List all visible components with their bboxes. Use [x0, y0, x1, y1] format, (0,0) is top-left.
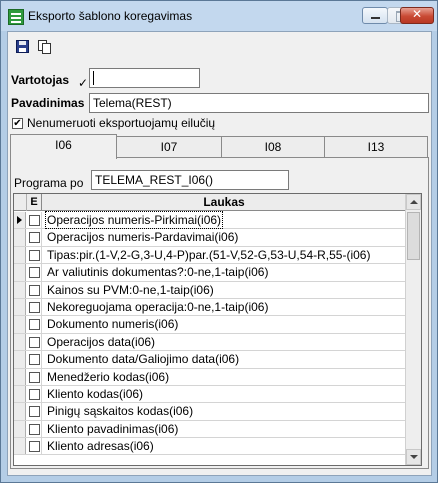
- table-row[interactable]: Kainos su PVM:0-ne,1-taip(i06): [14, 281, 406, 299]
- export-checkbox[interactable]: [29, 249, 40, 261]
- table-row[interactable]: Operacijos numeris-Pirkimai(i06): [14, 211, 406, 230]
- tab-strip: I06 I07 I08 I13: [10, 134, 429, 159]
- export-checkbox[interactable]: [29, 267, 40, 279]
- tab-i07[interactable]: I07: [116, 136, 222, 158]
- table-row[interactable]: Pinigų sąskaitos kodas(i06): [14, 403, 406, 421]
- scrollbar-thumb[interactable]: [407, 212, 420, 260]
- grid-header: E Laukas: [14, 194, 406, 211]
- scroll-up-arrow-icon[interactable]: [406, 194, 421, 210]
- field-name[interactable]: Operacijos numeris-Pirkimai(i06): [44, 211, 224, 229]
- field-name[interactable]: Dokumento numeris(i06): [47, 317, 178, 331]
- row-indicator[interactable]: [14, 229, 26, 246]
- table-row[interactable]: Kliento pavadinimas(i06): [14, 420, 406, 439]
- field-name[interactable]: Dokumento data/Galiojimo data(i06): [47, 352, 239, 366]
- save-button[interactable]: [15, 39, 31, 55]
- row-indicator[interactable]: [14, 351, 26, 368]
- table-row[interactable]: Ar valiutinis dokumentas?:0-ne,1-taip(i0…: [14, 264, 406, 282]
- floppy-disk-icon: [16, 40, 29, 53]
- window-title: Eksporto šablono koregavimas: [28, 9, 193, 23]
- program-label: Programa po: [14, 176, 84, 190]
- table-row[interactable]: Tipas:pir.(1-V,2-G,3-U,4-P)par.(51-V,52-…: [14, 246, 406, 265]
- program-input[interactable]: TELEMA_REST_I06(): [91, 170, 289, 190]
- row-indicator[interactable]: [14, 368, 26, 385]
- close-button[interactable]: ✕: [400, 7, 434, 24]
- column-header-field[interactable]: Laukas: [42, 194, 406, 211]
- field-name[interactable]: Kliento pavadinimas(i06): [47, 422, 178, 436]
- table-row[interactable]: Operacijos data(i06): [14, 333, 406, 352]
- fields-grid[interactable]: E Laukas Operacijos numeris-Pirkimai(i06…: [13, 193, 422, 466]
- table-row[interactable]: Dokumento data/Galiojimo data(i06): [14, 351, 406, 369]
- user-label: Vartotojas: [11, 73, 70, 87]
- row-indicator[interactable]: [14, 298, 26, 316]
- field-name[interactable]: Nekoreguojama operacija:0-ne,1-taip(i06): [47, 300, 268, 314]
- edit-checkmark-icon: ✓: [78, 76, 89, 90]
- dialog-body: Vartotojas ✓ Pavadinimas Telema(REST) ✔ …: [7, 31, 432, 476]
- export-checkbox[interactable]: [29, 284, 40, 296]
- field-name[interactable]: Operacijos numeris-Pardavimai(i06): [47, 230, 238, 244]
- no-numbering-label: Nenumeruoti eksportuojamų eilučių: [27, 116, 216, 130]
- row-indicator[interactable]: [14, 403, 26, 420]
- table-row[interactable]: Nekoreguojama operacija:0-ne,1-taip(i06): [14, 298, 406, 317]
- table-row[interactable]: Kliento adresas(i06): [14, 438, 406, 456]
- export-checkbox[interactable]: [29, 371, 40, 383]
- row-indicator[interactable]: [14, 420, 26, 438]
- row-indicator[interactable]: [14, 281, 26, 298]
- export-checkbox[interactable]: [29, 301, 40, 313]
- table-row[interactable]: Dokumento numeris(i06): [14, 316, 406, 334]
- app-icon: [8, 9, 24, 25]
- field-name[interactable]: Menedžerio kodas(i06): [47, 370, 169, 384]
- no-numbering-checkbox[interactable]: ✔: [12, 118, 23, 129]
- export-checkbox[interactable]: [29, 441, 40, 453]
- vertical-scrollbar[interactable]: [405, 194, 421, 465]
- title-bar[interactable]: Eksporto šablono koregavimas ✕: [1, 1, 437, 31]
- row-indicator[interactable]: [14, 264, 26, 281]
- export-checkbox[interactable]: [29, 406, 40, 418]
- export-checkbox[interactable]: [29, 319, 40, 331]
- field-name[interactable]: Kliento kodas(i06): [47, 387, 143, 401]
- table-row[interactable]: Kliento kodas(i06): [14, 385, 406, 404]
- table-row[interactable]: Menedžerio kodas(i06): [14, 368, 406, 386]
- column-header-e[interactable]: E: [26, 194, 42, 211]
- table-row[interactable]: Operacijos numeris-Pardavimai(i06): [14, 229, 406, 247]
- field-name[interactable]: Kliento adresas(i06): [47, 439, 154, 453]
- user-input[interactable]: [89, 68, 200, 88]
- export-checkbox[interactable]: [29, 388, 40, 400]
- tab-i08[interactable]: I08: [221, 136, 325, 158]
- field-name[interactable]: Pinigų sąskaitos kodas(i06): [47, 404, 193, 418]
- copy-button[interactable]: [37, 39, 53, 55]
- export-template-window: Eksporto šablono koregavimas ✕ Vartotoja…: [0, 0, 438, 483]
- field-name[interactable]: Kainos su PVM:0-ne,1-taip(i06): [47, 283, 214, 297]
- field-name[interactable]: Operacijos data(i06): [47, 335, 155, 349]
- current-row-arrow-icon[interactable]: [14, 212, 26, 229]
- minimize-button[interactable]: [362, 7, 388, 24]
- export-checkbox[interactable]: [29, 423, 40, 435]
- close-icon: ✕: [411, 7, 423, 21]
- field-name[interactable]: Tipas:pir.(1-V,2-G,3-U,4-P)par.(51-V,52-…: [47, 248, 370, 262]
- scroll-down-arrow-icon[interactable]: [406, 449, 421, 465]
- export-checkbox[interactable]: [29, 215, 40, 226]
- export-checkbox[interactable]: [29, 336, 40, 348]
- field-name[interactable]: Ar valiutinis dokumentas?:0-ne,1-taip(i0…: [47, 265, 268, 279]
- row-indicator[interactable]: [14, 246, 26, 264]
- row-indicator[interactable]: [14, 316, 26, 333]
- export-checkbox[interactable]: [29, 232, 40, 244]
- export-checkbox[interactable]: [29, 354, 40, 366]
- name-input[interactable]: Telema(REST): [89, 93, 429, 113]
- name-label: Pavadinimas: [11, 96, 85, 110]
- tab-i06[interactable]: I06: [10, 134, 117, 159]
- row-indicator[interactable]: [14, 438, 26, 455]
- row-indicator[interactable]: [14, 333, 26, 351]
- tab-i13[interactable]: I13: [324, 136, 428, 158]
- row-indicator[interactable]: [14, 385, 26, 403]
- grid-rows: Operacijos numeris-Pirkimai(i06) Operacij…: [14, 211, 406, 456]
